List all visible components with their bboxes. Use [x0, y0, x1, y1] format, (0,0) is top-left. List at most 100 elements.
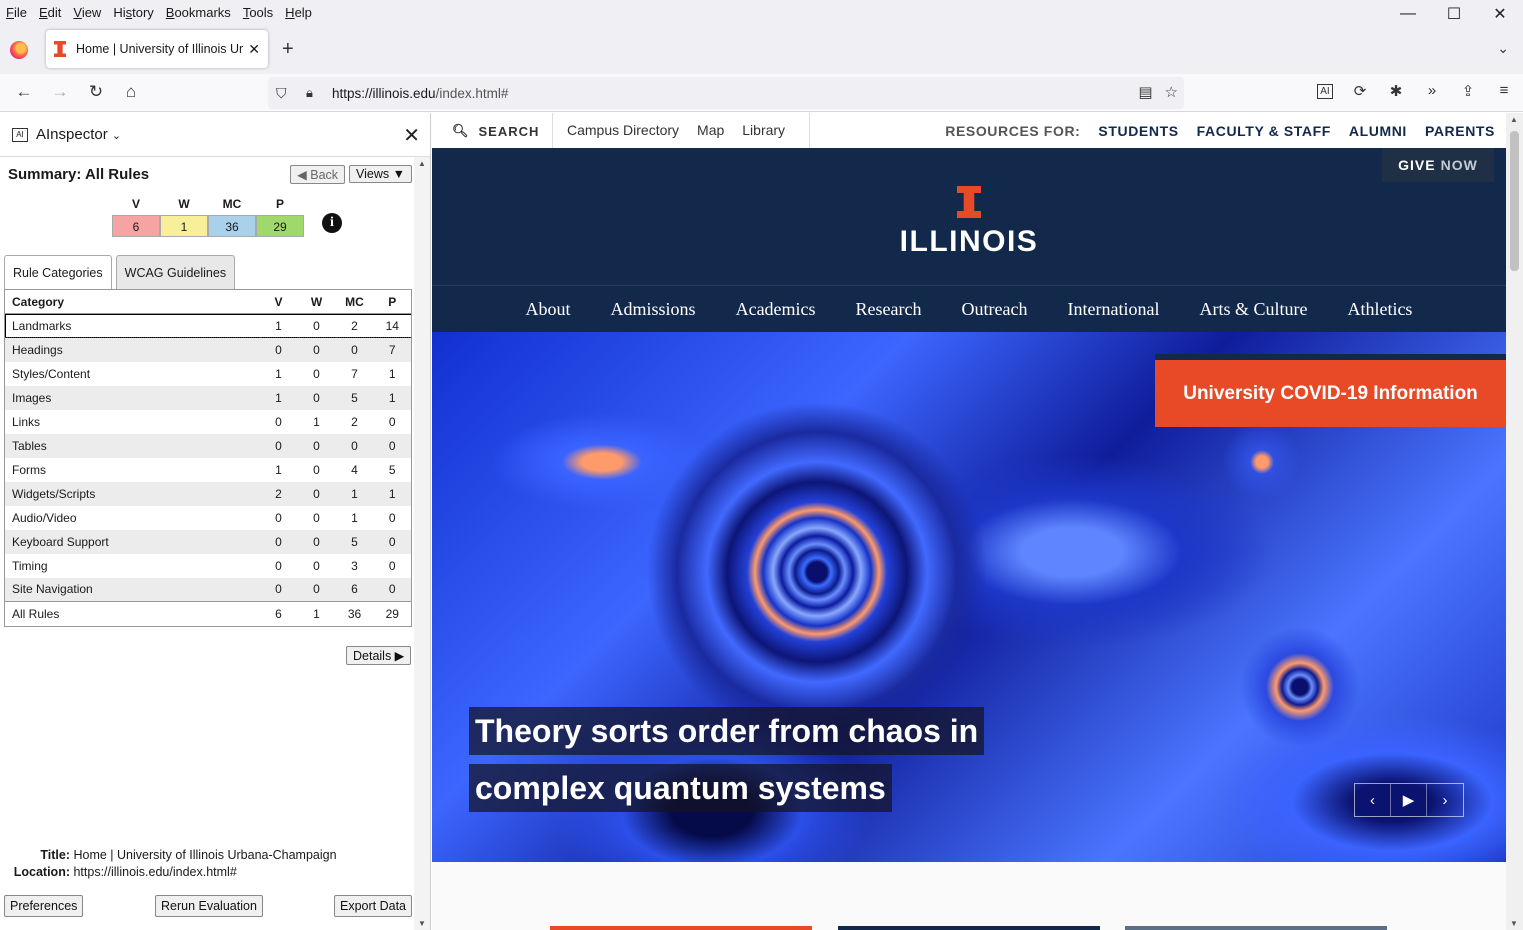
row-w: 0 [297, 313, 336, 338]
table-row[interactable]: Keyboard Support 0 0 5 0 [4, 529, 412, 554]
sync-icon[interactable]: ⟳ [1351, 82, 1369, 100]
row-p: 0 [388, 414, 396, 429]
tracking-shield-icon[interactable]: ⛉ [276, 85, 292, 102]
export-data-button[interactable]: Export Data [334, 895, 412, 917]
col-v[interactable]: V [259, 289, 298, 314]
carousel-next-icon[interactable]: › [1427, 784, 1463, 816]
tab-rule-categories[interactable]: Rule Categories [4, 255, 112, 290]
table-row[interactable]: Images 1 0 5 1 [4, 385, 412, 410]
link-students[interactable]: STUDENTS [1098, 123, 1178, 139]
table-row[interactable]: Links 0 1 2 0 [5, 410, 412, 434]
share-icon[interactable]: ⇪ [1459, 82, 1477, 100]
row-mc: 4 [351, 462, 358, 477]
table-row[interactable]: Widgets/Scripts 2 0 1 1 [4, 481, 412, 506]
link-alumni[interactable]: ALUMNI [1349, 123, 1407, 139]
col-p[interactable]: P [373, 289, 412, 314]
menu-view[interactable]: View [67, 5, 107, 20]
carousel-prev-icon[interactable]: ‹ [1355, 784, 1391, 816]
link-faculty-staff[interactable]: FACULTY & STAFF [1197, 123, 1331, 139]
bookmark-star-icon[interactable]: ☆ [1165, 83, 1178, 101]
search-button[interactable]: 🔍︎ SEARCH [452, 123, 539, 139]
page-scrollbar[interactable]: ▲ ▼ [1506, 113, 1523, 930]
scroll-up-icon[interactable]: ▲ [1510, 115, 1518, 124]
nav-outreach[interactable]: Outreach [962, 299, 1028, 320]
row-category: Styles/Content [12, 366, 91, 381]
home-icon[interactable]: ⌂ [119, 82, 143, 102]
close-tab-icon[interactable]: ✕ [248, 41, 260, 58]
nav-international[interactable]: International [1067, 299, 1159, 320]
row-p: 0 [388, 582, 396, 597]
scroll-thumb[interactable] [1510, 131, 1519, 271]
list-tabs-chevron-icon[interactable]: ⌄ [1497, 40, 1509, 57]
covid-info-button[interactable]: University COVID-19 Information [1155, 354, 1506, 427]
ainspector-toolbar-icon[interactable]: AI [1317, 84, 1333, 99]
info-icon[interactable]: i [322, 213, 342, 233]
col-category[interactable]: Category [4, 289, 260, 314]
table-row[interactable]: Headings 0 0 0 7 [4, 337, 412, 362]
table-row[interactable]: Tables 0 0 0 0 [4, 433, 412, 458]
reader-view-icon[interactable]: ▤ [1138, 83, 1152, 101]
hero-headline[interactable]: Theory sorts order from chaos in complex… [469, 707, 985, 821]
carousel-play-icon[interactable]: ▶ [1391, 784, 1427, 816]
table-row[interactable]: Site Navigation 0 0 6 0 [4, 577, 412, 602]
lock-icon[interactable]: 🔒︎ [306, 85, 320, 101]
link-library[interactable]: Library [742, 122, 785, 138]
row-v: 0 [275, 510, 282, 525]
sidebar-title[interactable]: AInspector ⌄ [36, 126, 121, 143]
nav-admissions[interactable]: Admissions [611, 299, 696, 320]
new-tab-icon[interactable]: + [282, 38, 294, 61]
reload-icon[interactable]: ↻ [84, 82, 108, 102]
views-button[interactable]: Views ▼ [349, 165, 412, 183]
rerun-evaluation-button[interactable]: Rerun Evaluation [155, 895, 263, 917]
table-row[interactable]: Forms 1 0 4 5 [5, 458, 412, 482]
menu-file[interactable]: File [0, 5, 33, 20]
tab-illinois-home[interactable]: Home | University of Illinois Urbana-Cha… [46, 30, 268, 68]
back-button[interactable]: ◀ Back [290, 164, 346, 184]
nav-arts-culture[interactable]: Arts & Culture [1199, 299, 1307, 320]
back-arrow-icon[interactable]: ← [12, 82, 36, 102]
forward-arrow-icon[interactable]: → [48, 82, 72, 102]
menu-help[interactable]: Help [279, 5, 318, 20]
extensions-puzzle-icon[interactable]: ✱ [1387, 82, 1405, 100]
block-i-logo-icon[interactable] [957, 186, 981, 218]
table-row[interactable]: Styles/Content 1 0 7 1 [5, 362, 412, 386]
nav-athletics[interactable]: Athletics [1347, 299, 1412, 320]
sidebar-scrollbar[interactable]: ▲ ▼ [414, 157, 430, 930]
count-label: MC [222, 197, 242, 211]
overflow-chevrons-icon[interactable]: » [1423, 82, 1441, 100]
close-sidebar-icon[interactable]: ✕ [403, 123, 420, 148]
count-manual-checks: MC 36 [208, 197, 256, 237]
menu-edit[interactable]: Edit [33, 5, 67, 20]
nav-academics[interactable]: Academics [736, 299, 816, 320]
link-map[interactable]: Map [697, 122, 724, 138]
col-mc[interactable]: MC [335, 289, 374, 314]
preferences-button[interactable]: Preferences [4, 895, 84, 917]
scroll-down-icon[interactable]: ▼ [1510, 919, 1518, 928]
col-w[interactable]: W [297, 289, 336, 314]
table-row[interactable]: Audio/Video 0 0 1 0 [5, 506, 412, 530]
url-text[interactable]: https://illinois.edu/index.html# [332, 86, 508, 101]
row-w: 0 [313, 486, 320, 501]
link-parents[interactable]: PARENTS [1425, 123, 1495, 139]
menu-tools[interactable]: Tools [237, 5, 279, 20]
url-bar[interactable]: ⛉ 🔒︎ https://illinois.edu/index.html# ▤ … [268, 77, 1184, 109]
table-row[interactable]: Timing 0 0 3 0 [5, 554, 412, 578]
menu-history[interactable]: History [107, 5, 159, 20]
table-total-row[interactable]: All Rules 6 1 36 29 [4, 601, 412, 627]
nav-about[interactable]: About [526, 299, 571, 320]
menu-bookmarks[interactable]: Bookmarks [160, 5, 237, 20]
app-menu-hamburger-icon[interactable]: ≡ [1495, 82, 1513, 100]
scroll-down-icon[interactable]: ▼ [418, 919, 426, 928]
tab-wcag-guidelines[interactable]: WCAG Guidelines [115, 255, 236, 289]
link-campus-directory[interactable]: Campus Directory [567, 122, 679, 138]
table-row[interactable]: Landmarks 1 0 2 14 [4, 313, 412, 338]
illinois-wordmark[interactable]: ILLINOIS [432, 225, 1506, 259]
scroll-up-icon[interactable]: ▲ [418, 159, 426, 168]
feature-card-top [550, 926, 812, 930]
row-v: 1 [275, 366, 282, 381]
details-button[interactable]: Details ▶ [346, 646, 412, 665]
give-now-button[interactable]: GIVE NOW [1382, 148, 1494, 182]
row-category: Keyboard Support [12, 534, 109, 549]
headline-line: complex quantum systems [469, 764, 892, 812]
nav-research[interactable]: Research [856, 299, 922, 320]
